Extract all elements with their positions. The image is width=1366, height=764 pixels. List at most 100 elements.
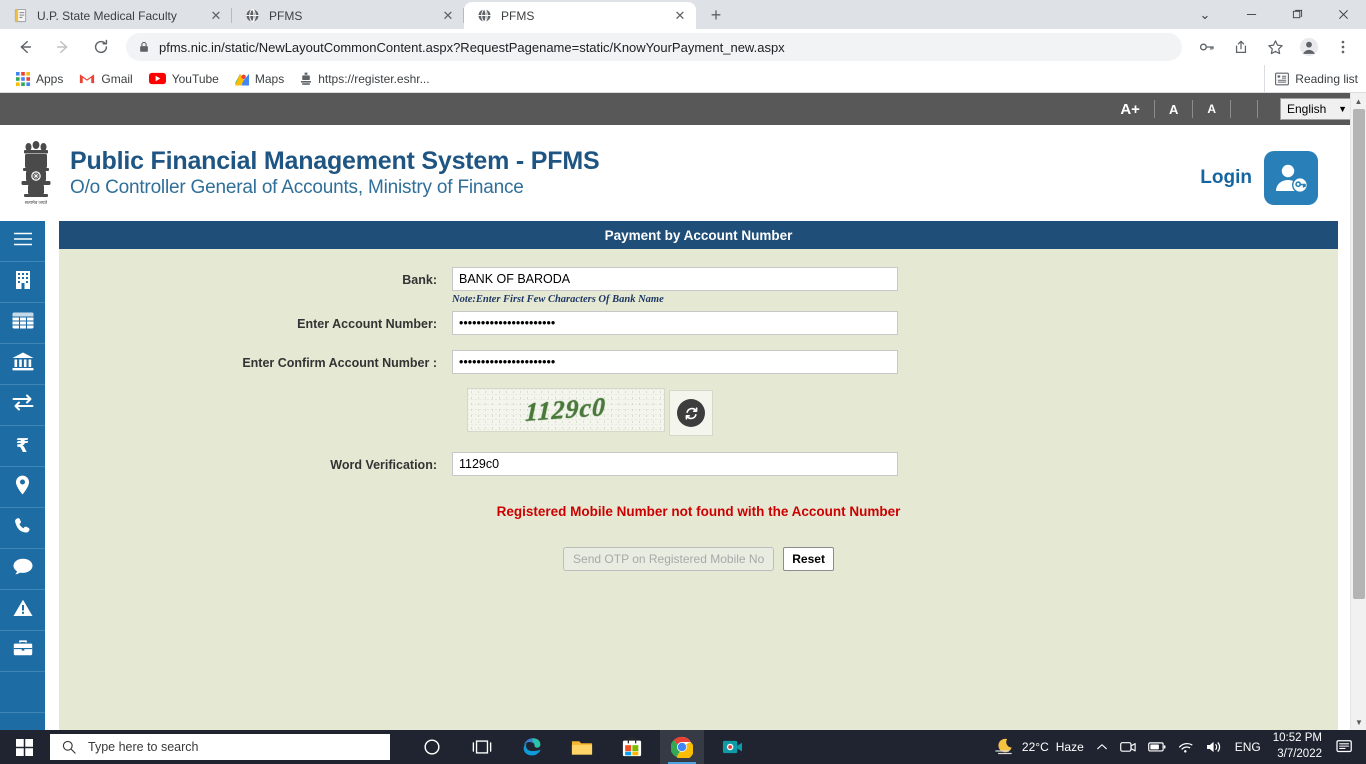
microsoft-store-icon[interactable] — [610, 730, 654, 764]
scrollbar-thumb[interactable] — [1353, 109, 1365, 599]
chrome-icon[interactable] — [660, 730, 704, 764]
field-row-account: Enter Account Number: — [59, 311, 1338, 335]
transfer-icon — [12, 394, 34, 416]
taskbar-search-box[interactable]: Type here to search — [50, 734, 390, 760]
user-key-icon[interactable] — [1264, 151, 1318, 205]
key-icon[interactable] — [1193, 33, 1221, 61]
back-button[interactable] — [11, 33, 39, 61]
reset-button[interactable]: Reset — [783, 547, 834, 571]
sidebar-item-extra[interactable] — [0, 672, 45, 713]
close-icon[interactable]: ✕ — [440, 8, 456, 24]
browser-tab-3[interactable]: PFMS ✕ — [464, 2, 696, 29]
bookmarks-bar: Apps Gmail YouTube Maps https://register… — [0, 65, 1366, 93]
sidebar-item-rupee[interactable]: ₹ — [0, 426, 45, 467]
sidebar-item-alert[interactable] — [0, 590, 45, 631]
bookmark-apps[interactable]: Apps — [8, 70, 71, 88]
weather-widget[interactable]: 22°C Haze — [988, 730, 1090, 764]
bookmark-youtube[interactable]: YouTube — [141, 70, 227, 88]
account-number-input[interactable] — [452, 311, 898, 335]
sidebar-item-bank[interactable] — [0, 344, 45, 385]
scroll-up-arrow-icon[interactable]: ▲ — [1351, 93, 1366, 109]
taskbar-search-placeholder: Type here to search — [88, 740, 199, 754]
browser-tab-title: PFMS — [269, 8, 303, 23]
svg-text:सत्यमेव जयते: सत्यमेव जयते — [25, 199, 48, 205]
page-body: ₹ Payment by Account Number Bank: BANK O… — [0, 221, 1366, 730]
star-icon[interactable] — [1261, 33, 1289, 61]
language-select[interactable]: English ▼ — [1280, 98, 1352, 120]
file-explorer-icon[interactable] — [560, 730, 604, 764]
minimize-button[interactable] — [1228, 0, 1274, 29]
field-row-confirm-account: Enter Confirm Account Number : — [59, 350, 1338, 374]
task-view-icon[interactable] — [460, 730, 504, 764]
bank-input[interactable] — [452, 267, 898, 291]
clock[interactable]: 10:52 PM 3/7/2022 — [1267, 731, 1330, 762]
captcha-refresh-wrapper[interactable] — [669, 390, 713, 436]
document-icon — [12, 8, 28, 24]
sidebar-item-table[interactable] — [0, 303, 45, 344]
sidebar-item-phone[interactable] — [0, 508, 45, 549]
login-label: Login — [1200, 167, 1252, 188]
close-window-button[interactable] — [1320, 0, 1366, 29]
sidebar-item-menu[interactable] — [0, 221, 45, 262]
meet-now-icon[interactable] — [1114, 730, 1142, 764]
tab-search-icon[interactable]: ⌄ — [1182, 0, 1228, 29]
site-icon — [300, 72, 312, 86]
font-size-normal-button[interactable]: A — [1155, 102, 1192, 117]
page-scrollbar[interactable]: ▲ ▼ — [1350, 93, 1366, 730]
field-row-bank: Bank: Note:Enter First Few Characters Of… — [59, 267, 1338, 305]
reading-list-button[interactable]: Reading list — [1264, 65, 1358, 93]
profile-icon[interactable] — [1295, 33, 1323, 61]
sidebar-item-briefcase[interactable] — [0, 631, 45, 672]
wifi-icon[interactable] — [1172, 730, 1200, 764]
close-icon[interactable]: ✕ — [672, 8, 688, 24]
new-tab-button[interactable]: + — [702, 1, 730, 29]
briefcase-icon — [13, 640, 33, 662]
input-language[interactable]: ENG — [1229, 730, 1267, 764]
forward-button[interactable] — [49, 33, 77, 61]
bookmark-register-eshr[interactable]: https://register.eshr... — [292, 70, 437, 88]
confirm-account-number-label: Enter Confirm Account Number : — [242, 356, 437, 370]
account-number-label: Enter Account Number: — [297, 317, 437, 331]
font-size-decrease-button[interactable]: A — [1193, 102, 1230, 116]
notification-icon[interactable] — [1330, 730, 1360, 764]
word-verification-input[interactable] — [452, 452, 898, 476]
camera-app-icon[interactable] — [710, 730, 754, 764]
browser-tab-title: U.P. State Medical Faculty — [37, 8, 177, 23]
chevron-up-icon[interactable] — [1090, 730, 1114, 764]
sidebar-item-building[interactable] — [0, 262, 45, 303]
font-size-increase-button[interactable]: A+ — [1106, 101, 1154, 118]
volume-icon[interactable] — [1200, 730, 1229, 764]
address-bar[interactable]: pfms.nic.in/static/NewLayoutCommonConten… — [126, 33, 1182, 61]
sidebar-item-chat[interactable] — [0, 549, 45, 590]
sidebar-item-location[interactable] — [0, 467, 45, 508]
sidebar-item-transfer[interactable] — [0, 385, 45, 426]
bank-note: Note:Enter First Few Characters Of Bank … — [452, 294, 664, 305]
browser-tab-1[interactable]: U.P. State Medical Faculty ✕ — [0, 2, 232, 29]
battery-icon[interactable] — [1142, 730, 1172, 764]
start-button[interactable] — [0, 730, 48, 764]
apps-grid-icon — [16, 71, 30, 86]
moon-haze-icon — [994, 738, 1014, 756]
word-verification-label: Word Verification: — [330, 458, 437, 472]
send-otp-button[interactable]: Send OTP on Registered Mobile No — [563, 547, 775, 571]
browser-tab-strip: U.P. State Medical Faculty ✕ PFMS ✕ PFMS… — [0, 0, 1366, 29]
close-icon[interactable]: ✕ — [208, 8, 224, 24]
browser-menu-icon[interactable] — [1329, 33, 1357, 61]
gmail-icon — [79, 72, 95, 85]
scroll-down-arrow-icon[interactable]: ▼ — [1351, 714, 1366, 730]
browser-tab-2[interactable]: PFMS ✕ — [232, 2, 464, 29]
reload-button[interactable] — [87, 33, 115, 61]
maximize-button[interactable] — [1274, 0, 1320, 29]
confirm-account-number-input[interactable] — [452, 350, 898, 374]
login-area[interactable]: Login — [1200, 151, 1318, 205]
share-icon[interactable] — [1227, 33, 1255, 61]
bookmark-gmail[interactable]: Gmail — [71, 70, 140, 88]
edge-icon[interactable] — [510, 730, 554, 764]
globe-icon — [244, 8, 260, 24]
brand-text: Public Financial Management System - PFM… — [70, 146, 600, 201]
site-header: सत्यमेव जयते Public Financial Management… — [0, 125, 1366, 221]
refresh-icon[interactable] — [677, 399, 705, 427]
cortana-icon[interactable] — [410, 730, 454, 764]
panel-title: Payment by Account Number — [59, 221, 1338, 249]
bookmark-maps[interactable]: Maps — [227, 70, 292, 88]
